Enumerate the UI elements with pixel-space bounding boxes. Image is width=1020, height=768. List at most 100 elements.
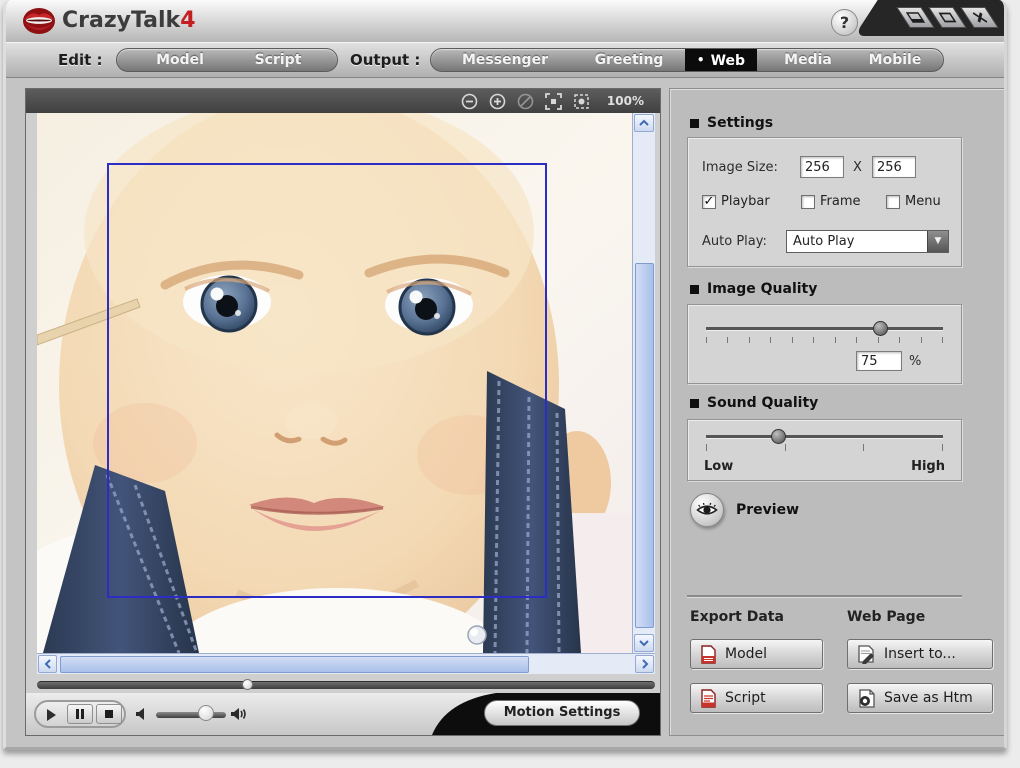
frame-checkbox[interactable]: Frame	[801, 194, 861, 209]
zoom-out-icon[interactable]	[461, 93, 478, 110]
vertical-scroll-thumb[interactable]	[635, 263, 654, 628]
tab-media[interactable]: Media	[765, 49, 851, 71]
tab-mobile[interactable]: Mobile	[855, 49, 935, 71]
sound-low-label: Low	[704, 459, 734, 474]
timeline-handle[interactable]	[242, 679, 253, 690]
sound-quality-slider-handle[interactable]	[770, 429, 786, 444]
tab-greeting[interactable]: Greeting	[577, 49, 681, 71]
section-bullet-icon	[690, 398, 699, 408]
viewer-toolbar: 100%	[26, 89, 660, 113]
image-height-input[interactable]	[872, 156, 916, 178]
image-size-label: Image Size:	[702, 160, 778, 175]
preview-label: Preview	[736, 502, 800, 518]
edit-label: Edit :	[58, 51, 103, 69]
sound-quality-slider-track[interactable]	[706, 435, 943, 438]
photo-canvas[interactable]	[37, 113, 632, 653]
web-output-panel: Settings Image Size: X ✓ Playbar Frame M…	[669, 88, 1004, 736]
section-bullet-icon	[690, 284, 699, 294]
pause-button[interactable]	[67, 704, 93, 724]
checkbox-check-icon: ✓	[702, 193, 716, 209]
tab-model[interactable]: Model	[135, 49, 225, 71]
vertical-scrollbar[interactable]	[632, 113, 655, 653]
save-page-icon	[859, 688, 875, 708]
selected-bullet: •	[696, 53, 705, 67]
stop-icon	[105, 710, 113, 718]
zoom-disabled-icon[interactable]	[517, 93, 534, 110]
web-page-label: Web Page	[847, 609, 926, 625]
title-bar: CrazyTalk4 ?	[6, 0, 1004, 42]
export-data-label: Export Data	[690, 609, 784, 625]
insert-to-button[interactable]: Insert to...	[847, 639, 993, 669]
checkbox-empty-icon	[886, 194, 900, 209]
sound-high-label: High	[911, 459, 945, 474]
playback-controls	[34, 700, 126, 728]
auto-play-dropdown[interactable]: Auto Play ▼	[786, 230, 949, 253]
motion-settings-button[interactable]: Motion Settings	[484, 700, 640, 726]
output-label: Output :	[350, 51, 421, 69]
settings-section-header: Settings	[690, 115, 773, 131]
chevron-left-icon	[44, 659, 51, 669]
image-quality-value-input[interactable]	[856, 351, 902, 371]
lips-logo-icon	[23, 8, 55, 34]
transport-bar: Motion Settings	[26, 693, 660, 735]
playback-timeline	[37, 678, 655, 692]
chevron-up-icon	[639, 119, 649, 126]
scroll-down-button[interactable]	[634, 634, 654, 652]
tab-script[interactable]: Script	[233, 49, 323, 71]
playbar-checkbox[interactable]: ✓ Playbar	[702, 194, 770, 209]
image-quality-group-box: %	[687, 304, 962, 384]
image-quality-ticks	[706, 337, 943, 343]
zoom-in-icon[interactable]	[489, 93, 506, 110]
image-quality-slider-track[interactable]	[706, 327, 943, 330]
image-quality-section-header: Image Quality	[690, 281, 817, 297]
size-x-separator: X	[853, 160, 862, 175]
scroll-right-button[interactable]	[635, 655, 654, 673]
edit-button-group: Model Script	[116, 48, 338, 72]
auto-play-label: Auto Play:	[702, 234, 767, 249]
maximize-icon	[938, 12, 957, 23]
help-button[interactable]: ?	[831, 9, 858, 36]
timeline-track[interactable]	[37, 681, 655, 689]
scroll-up-button[interactable]	[634, 114, 654, 132]
section-bullet-icon	[690, 118, 699, 128]
image-quality-slider-handle[interactable]	[873, 321, 889, 336]
sound-quality-group-box: Low High	[687, 419, 962, 481]
eye-icon	[696, 502, 718, 515]
image-width-input[interactable]	[800, 156, 844, 178]
fit-window-icon[interactable]	[545, 92, 562, 110]
volume-low-icon[interactable]	[134, 705, 152, 723]
settings-group-box: Image Size: X ✓ Playbar Frame Menu Auto …	[687, 137, 962, 267]
auto-play-value: Auto Play	[793, 234, 855, 249]
minimize-icon	[905, 12, 926, 23]
preview-button[interactable]	[690, 493, 724, 527]
face-selection-box[interactable]	[107, 163, 547, 598]
tab-web-selected[interactable]: • Web	[685, 49, 757, 71]
app-title: CrazyTalk4	[62, 8, 196, 33]
tab-messenger[interactable]: Messenger	[445, 49, 565, 71]
volume-high-icon[interactable]	[230, 705, 248, 723]
dropdown-arrow-icon[interactable]: ▼	[927, 231, 948, 252]
image-viewer: 100% Motion Settings	[25, 88, 661, 736]
volume-slider-handle[interactable]	[198, 705, 214, 721]
horizontal-scroll-thumb[interactable]	[60, 656, 529, 673]
volume-slider-track[interactable]	[156, 712, 226, 718]
stop-button[interactable]	[96, 704, 122, 724]
zoom-level: 100%	[606, 94, 644, 108]
sound-quality-section-header: Sound Quality	[690, 395, 818, 411]
sound-quality-ticks	[706, 444, 943, 451]
percent-label: %	[909, 354, 922, 369]
maximize-button[interactable]	[928, 7, 967, 28]
scroll-left-button[interactable]	[38, 655, 57, 673]
app-window: CrazyTalk4 ? Edit : Model Script Output …	[3, 0, 1007, 750]
menu-checkbox[interactable]: Menu	[886, 194, 941, 209]
chevron-down-icon	[639, 640, 649, 647]
save-as-htm-button[interactable]: Save as Htm	[847, 683, 993, 713]
horizontal-scrollbar[interactable]	[37, 653, 655, 674]
main-toolbar: Edit : Model Script Output : Messenger G…	[6, 42, 1004, 78]
export-script-button[interactable]: Script	[690, 683, 823, 713]
export-model-button[interactable]: Model	[690, 639, 823, 669]
play-button[interactable]	[38, 705, 64, 725]
fit-face-icon[interactable]	[573, 93, 590, 110]
chevron-right-icon	[641, 659, 648, 669]
close-icon	[972, 12, 987, 23]
